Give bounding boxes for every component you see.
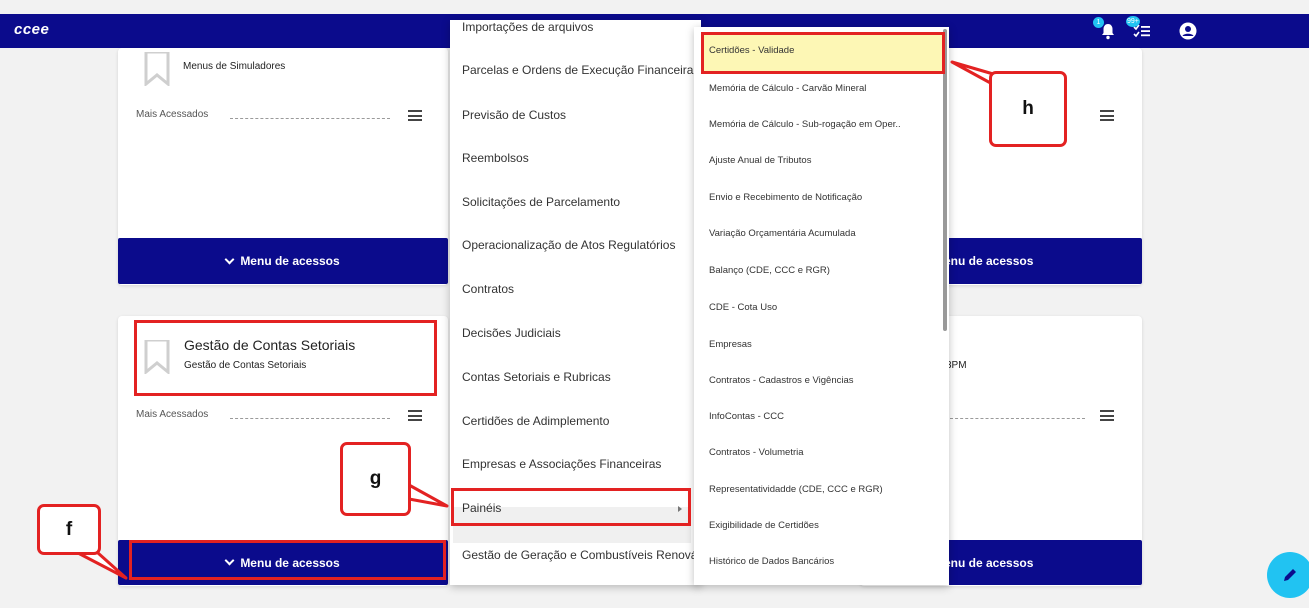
callout-pointers	[77, 60, 1008, 580]
pencil-icon	[1284, 569, 1296, 581]
callout-f: f	[37, 504, 101, 555]
callout-h: h	[989, 71, 1067, 147]
callout-g: g	[340, 442, 411, 516]
fab-edit-button[interactable]	[1267, 552, 1309, 598]
